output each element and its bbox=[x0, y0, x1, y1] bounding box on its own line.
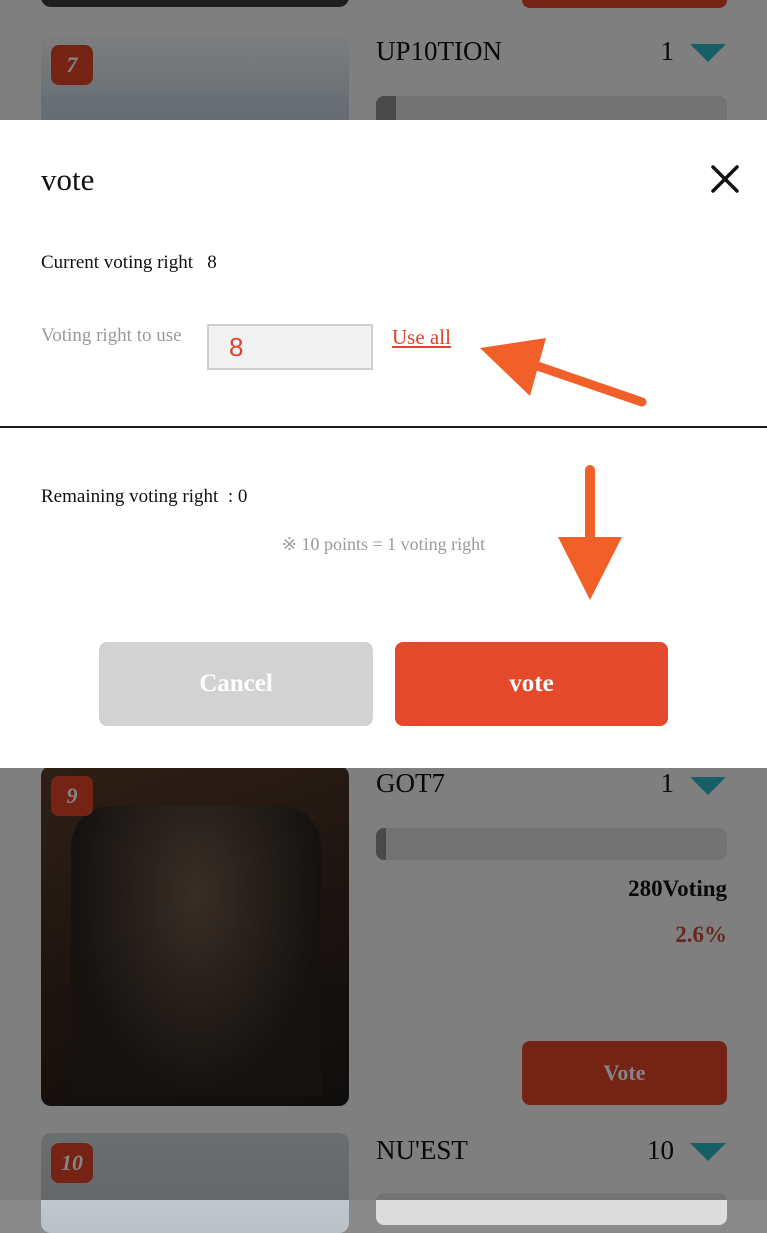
use-label: Voting right to use bbox=[41, 325, 182, 346]
divider bbox=[0, 426, 767, 428]
remaining-value: : 0 bbox=[227, 486, 248, 507]
vote-dialog: vote Current voting right 8 Voting right… bbox=[0, 120, 767, 768]
arrow-annotation bbox=[558, 465, 622, 600]
remaining-label: Remaining voting right bbox=[41, 486, 219, 507]
points-note: ※ 10 points = 1 voting right bbox=[281, 534, 486, 554]
close-icon[interactable] bbox=[706, 160, 744, 198]
current-voting-right: Current voting right 8 bbox=[41, 252, 217, 274]
dialog-title: vote bbox=[41, 162, 95, 197]
remaining-voting-right: Remaining voting right : 0 bbox=[41, 486, 247, 508]
current-voting-value: 8 bbox=[207, 252, 217, 273]
vote-confirm-button[interactable]: vote bbox=[395, 642, 668, 726]
use-all-link[interactable]: Use all bbox=[392, 325, 451, 350]
cancel-button[interactable]: Cancel bbox=[99, 642, 373, 726]
voting-right-input[interactable] bbox=[207, 324, 373, 370]
current-voting-label: Current voting right bbox=[41, 252, 193, 273]
arrow-annotation bbox=[480, 338, 647, 407]
